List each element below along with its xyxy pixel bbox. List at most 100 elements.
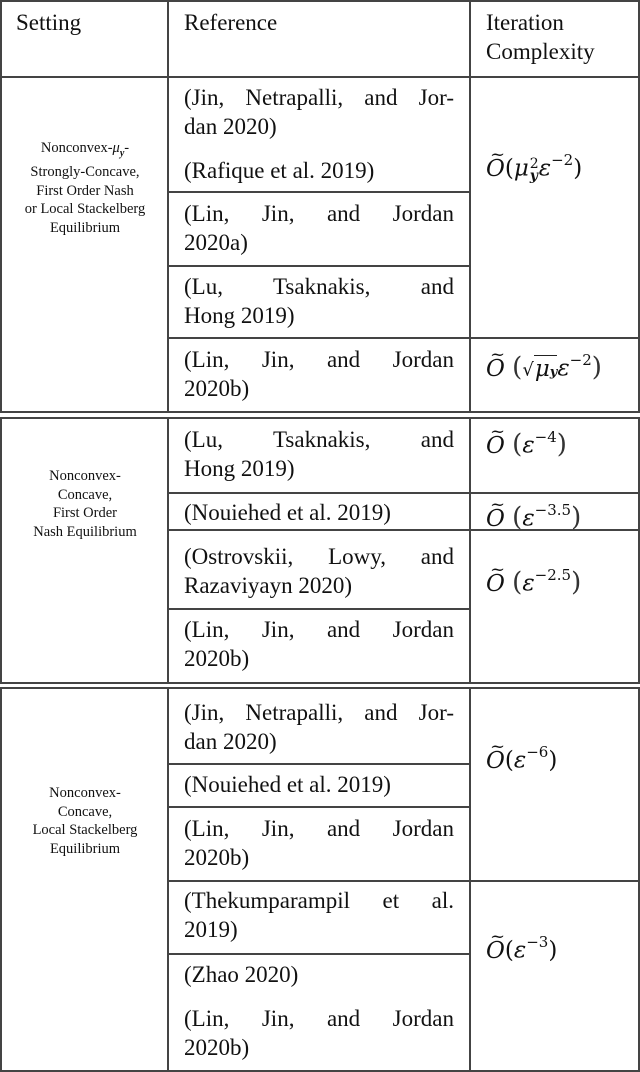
setting-line: Equilibrium [49, 840, 121, 857]
reference-line: 2019) [184, 917, 238, 942]
reference-line: (Jin, Netrapalli, and Jor- [184, 700, 454, 725]
reference-line: 2020a) [184, 230, 248, 255]
reference-line: (Lu, Tsaknakis, and [184, 274, 454, 299]
column-divider [469, 76, 471, 413]
setting-line: First Order [52, 505, 118, 521]
epsilon: ε [513, 937, 527, 964]
epsilon: ε [522, 505, 535, 532]
reference-cell: (Ostrovskii, Lowy, and Razaviyayn 2020) [184, 542, 454, 600]
row-divider [167, 492, 640, 494]
reference-line: (Nouiehed et al. 2019) [184, 500, 391, 525]
reference-cell: (Nouiehed et al. 2019) [184, 770, 454, 799]
column-divider [167, 0, 169, 78]
complexity-cell: O (√μyε−2) [486, 340, 602, 387]
o-tilde: O [486, 340, 505, 384]
complexity-cell: O (ε−3.5) [486, 490, 581, 534]
reference-line: (Jin, Netrapalli, and Jor- [184, 85, 454, 110]
row-divider [167, 953, 471, 955]
row-divider [167, 763, 471, 765]
row-divider [167, 806, 471, 808]
reference-cell: (Zhao 2020) [184, 960, 454, 989]
header-complexity-line1: Iteration [486, 10, 564, 35]
epsilon: ε [522, 570, 535, 597]
reference-cell: (Lin, Jin, and Jordan 2020a) [184, 199, 454, 257]
o-tilde: O [486, 417, 505, 461]
setting-cell: Nonconvex-μy- Strongly-Concave, First Or… [2, 139, 168, 237]
reference-line: (Lin, Jin, and Jordan [184, 816, 454, 841]
mu-symbol: μ [513, 155, 529, 182]
column-divider [167, 76, 169, 413]
reference-line: (Lin, Jin, and Jordan [184, 617, 454, 642]
reference-line: (Nouiehed et al. 2019) [184, 772, 391, 797]
reference-line: 2020b) [184, 646, 250, 671]
reference-cell: (Lin, Jin, and Jordan 2020b) [184, 1004, 454, 1062]
complexity-cell: O (ε−4) [486, 417, 567, 461]
reference-line: 2020b) [184, 845, 250, 870]
header-complexity-line2: Complexity [486, 39, 595, 64]
reference-cell: (Lu, Tsaknakis, and Hong 2019) [184, 425, 454, 483]
setting-line: Local Stackelberg [32, 822, 138, 838]
reference-line: (Lu, Tsaknakis, and [184, 427, 454, 452]
row-divider [167, 608, 471, 610]
reference-line: 2020b) [184, 1035, 250, 1060]
reference-line: (Rafique et al. 2019) [184, 158, 375, 183]
setting-line: Nonconvex- [40, 140, 113, 156]
o-tilde: O [486, 922, 505, 966]
reference-line: (Lin, Jin, and Jordan [184, 347, 454, 372]
reference-cell: (Rafique et al. 2019) [184, 156, 454, 185]
reference-cell: (Nouiehed et al. 2019) [184, 498, 454, 527]
column-divider [469, 417, 471, 684]
epsilon: ε [522, 432, 535, 459]
setting-line: Nash Equilibrium [33, 523, 137, 540]
mu-symbol: μ [534, 355, 550, 382]
reference-line: dan 2020) [184, 114, 277, 139]
reference-line: Hong 2019) [184, 456, 295, 481]
exponent: −2.5 [534, 566, 572, 584]
exponent: −4 [534, 428, 557, 446]
reference-cell: (Jin, Netrapalli, and Jor- dan 2020) [184, 698, 454, 756]
setting-cell: Nonconvex- Concave, First Order Nash Equ… [2, 467, 168, 541]
o-tilde: O [486, 555, 505, 599]
epsilon: ε [557, 355, 570, 382]
complexity-cell: O(ε−3) [486, 922, 557, 966]
exponent: −3.5 [534, 501, 572, 519]
o-tilde: O [486, 490, 505, 534]
exponent: −3 [526, 933, 549, 951]
column-divider [167, 417, 169, 684]
subscript: y [529, 167, 538, 184]
reference-cell: (Thekumparampil et al. 2019) [184, 886, 454, 944]
o-tilde: O [486, 732, 505, 776]
reference-cell: (Lin, Jin, and Jordan 2020b) [184, 814, 454, 872]
setting-line: Equilibrium [49, 219, 121, 236]
setting-line: Nonconvex- [49, 468, 121, 484]
exponent: −2 [569, 351, 592, 369]
reference-line: Razaviyayn 2020) [184, 573, 352, 598]
setting-line: or Local Stackelberg [24, 201, 146, 218]
reference-line: 2020b) [184, 376, 250, 401]
setting-line: Concave, [57, 486, 113, 503]
setting-line: First Order Nash [36, 182, 134, 199]
reference-line: (Lin, Jin, and Jordan [184, 201, 454, 226]
epsilon: ε [538, 155, 552, 182]
header-setting: Setting [16, 10, 82, 35]
setting-line: Concave, [57, 803, 113, 820]
reference-line: (Ostrovskii, Lowy, and [184, 544, 454, 569]
complexity-cell: O(μ2yε−2) [486, 140, 582, 184]
reference-line: dan 2020) [184, 729, 277, 754]
setting-cell: Nonconvex- Concave, Local Stackelberg Eq… [2, 784, 168, 858]
reference-cell: (Lin, Jin, and Jordan 2020b) [184, 615, 454, 673]
epsilon: ε [513, 747, 527, 774]
setting-line: Nonconvex- [49, 785, 121, 801]
exponent: −6 [526, 743, 549, 761]
reference-cell: (Lu, Tsaknakis, and Hong 2019) [184, 272, 454, 330]
row-divider [167, 191, 471, 193]
mu-symbol: μ [112, 140, 120, 156]
column-divider [469, 0, 471, 78]
o-tilde: O [486, 140, 505, 184]
reference-line: (Lin, Jin, and Jordan [184, 1006, 454, 1031]
reference-line: Hong 2019) [184, 303, 295, 328]
exponent: −2 [551, 151, 574, 169]
reference-cell: (Lin, Jin, and Jordan 2020b) [184, 345, 454, 403]
reference-line: (Thekumparampil et al. [184, 888, 454, 913]
mu-subscript: y [119, 147, 125, 159]
